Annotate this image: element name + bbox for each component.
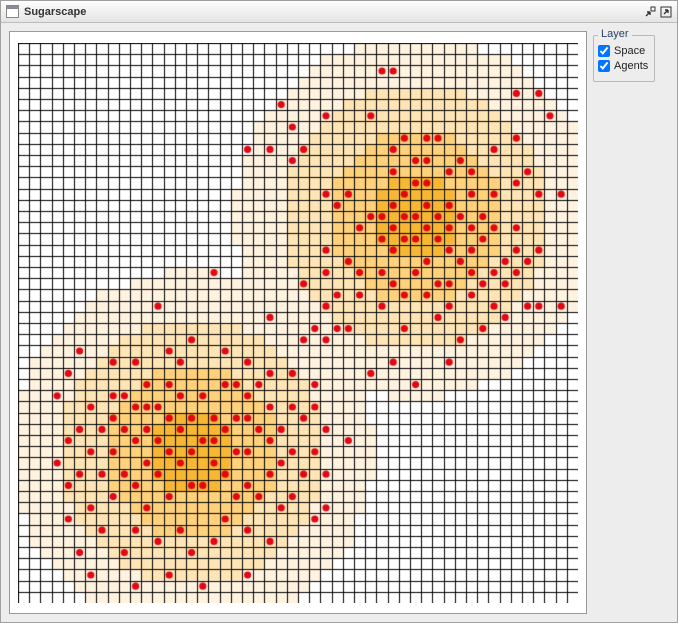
maximize-icon[interactable] bbox=[659, 5, 673, 19]
content-area: Layer Space Agents bbox=[1, 23, 677, 622]
agents-checkbox[interactable] bbox=[598, 60, 610, 72]
layer-checkbox-agents[interactable]: Agents bbox=[598, 60, 650, 72]
layer-groupbox: Layer Space Agents bbox=[593, 35, 655, 82]
agents-label: Agents bbox=[614, 60, 648, 72]
space-label: Space bbox=[614, 45, 645, 57]
space-checkbox[interactable] bbox=[598, 45, 610, 57]
window-title: Sugarscape bbox=[24, 6, 643, 18]
simulation-canvas[interactable] bbox=[18, 43, 578, 603]
simulation-panel bbox=[9, 31, 587, 614]
window-icon bbox=[5, 5, 19, 19]
layer-legend: Layer bbox=[598, 28, 632, 40]
iconify-icon[interactable] bbox=[643, 5, 657, 19]
window-frame: Sugarscape Layer Space Agents bbox=[0, 0, 678, 623]
layer-checkbox-space[interactable]: Space bbox=[598, 45, 650, 57]
side-panel: Layer Space Agents bbox=[593, 31, 655, 614]
titlebar[interactable]: Sugarscape bbox=[1, 1, 677, 23]
